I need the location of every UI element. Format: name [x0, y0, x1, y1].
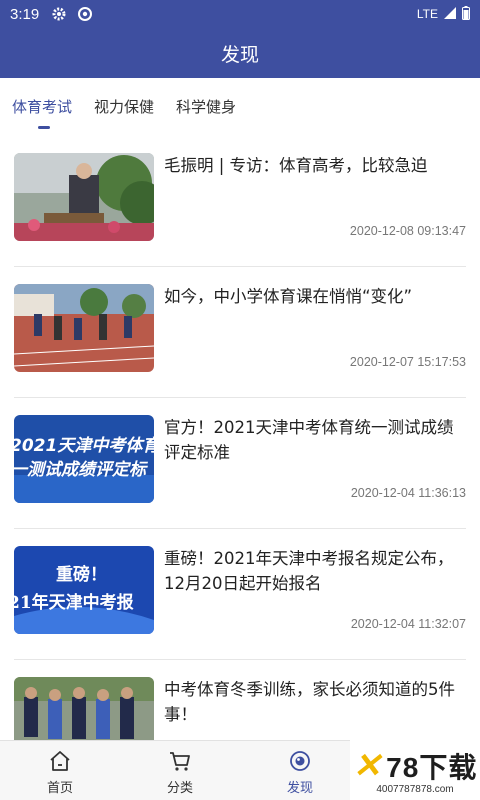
nav-label: 发现 — [286, 781, 313, 796]
watermark-x-icon: ✕ — [352, 746, 383, 785]
thumb-text: 一测试成绩评定标 — [14, 460, 148, 480]
article-thumbnail — [14, 284, 154, 372]
cart-icon — [168, 749, 192, 773]
article-item[interactable]: 如今，中小学体育课在悄悄“变化” 2020-12-07 15:17:53 — [14, 267, 466, 398]
nav-home[interactable]: 首页 — [0, 741, 120, 800]
tab-sports-exam[interactable]: 体育考试 — [12, 78, 72, 136]
article-title: 如今，中小学体育课在悄悄“变化” — [164, 287, 413, 306]
sync-icon — [77, 6, 93, 22]
tab-vision-care[interactable]: 视力保健 — [94, 78, 154, 136]
app-bar: 发现 — [0, 28, 480, 78]
article-item[interactable]: 中考体育冬季训练，家长必须知道的5件事！ — [14, 660, 466, 740]
article-thumbnail — [14, 677, 154, 740]
article-date: 2020-12-08 09:13:47 — [349, 224, 466, 238]
tab-indicator — [38, 126, 50, 129]
battery-icon — [462, 5, 470, 23]
watermark-brand: ✕ 78下载 — [353, 746, 478, 786]
article-thumbnail — [14, 153, 154, 241]
tab-label: 科学健身 — [176, 98, 237, 116]
tab-label: 视力保健 — [94, 98, 155, 116]
article-thumbnail: 2021天津中考体育 一测试成绩评定标 — [14, 415, 154, 503]
nav-label: 分类 — [166, 781, 193, 796]
signal-icon — [444, 6, 456, 22]
nav-discover[interactable]: 发现 — [240, 741, 360, 800]
article-date: 2020-12-04 11:36:13 — [350, 486, 466, 500]
tab-fitness[interactable]: 科学健身 — [176, 78, 236, 136]
nav-category[interactable]: 分类 — [120, 741, 240, 800]
settings-icon — [51, 6, 67, 22]
page-title: 发现 — [220, 43, 259, 66]
tab-label: 体育考试 — [12, 98, 73, 116]
article-item[interactable]: 毛振明 | 专访：体育高考，比较急迫 2020-12-08 09:13:47 — [14, 136, 466, 267]
category-tabs: 体育考试 视力保健 科学健身 — [0, 78, 480, 136]
home-icon — [48, 749, 72, 773]
thumb-text: 重磅！ — [56, 564, 107, 585]
article-item[interactable]: 重磅！ 21年天津中考报 重磅！2021年天津中考报名规定公布，12月20日起开… — [14, 529, 466, 660]
status-bar: 3:19 LTE — [0, 0, 480, 28]
eye-icon — [288, 749, 312, 773]
article-title: 中考体育冬季训练，家长必须知道的5件事！ — [164, 680, 455, 724]
thumb-text: 21年天津中考报 — [14, 592, 134, 613]
watermark-logo: ✕ 78下载 4007787878.com — [350, 740, 480, 800]
article-date: 2020-12-07 15:17:53 — [349, 355, 466, 369]
watermark-text: 78下载 — [386, 751, 478, 783]
status-time: 3:19 — [10, 5, 40, 23]
nav-label: 首页 — [46, 781, 73, 796]
article-thumbnail: 重磅！ 21年天津中考报 — [14, 546, 154, 634]
thumb-text: 2021天津中考体育 — [14, 436, 154, 456]
network-type: LTE — [416, 7, 438, 21]
article-list: 毛振明 | 专访：体育高考，比较急迫 2020-12-08 09:13:47 如… — [0, 136, 480, 740]
watermark-url: 4007787878.com — [376, 783, 454, 795]
article-item[interactable]: 2021天津中考体育 一测试成绩评定标 官方！2021天津中考体育统一测试成绩评… — [14, 398, 466, 529]
article-title: 重磅！2021年天津中考报名规定公布，12月20日起开始报名 — [164, 549, 454, 593]
article-title: 毛振明 | 专访：体育高考，比较急迫 — [164, 156, 428, 175]
article-title: 官方！2021天津中考体育统一测试成绩评定标准 — [164, 418, 454, 462]
article-date: 2020-12-04 11:32:07 — [350, 617, 466, 631]
